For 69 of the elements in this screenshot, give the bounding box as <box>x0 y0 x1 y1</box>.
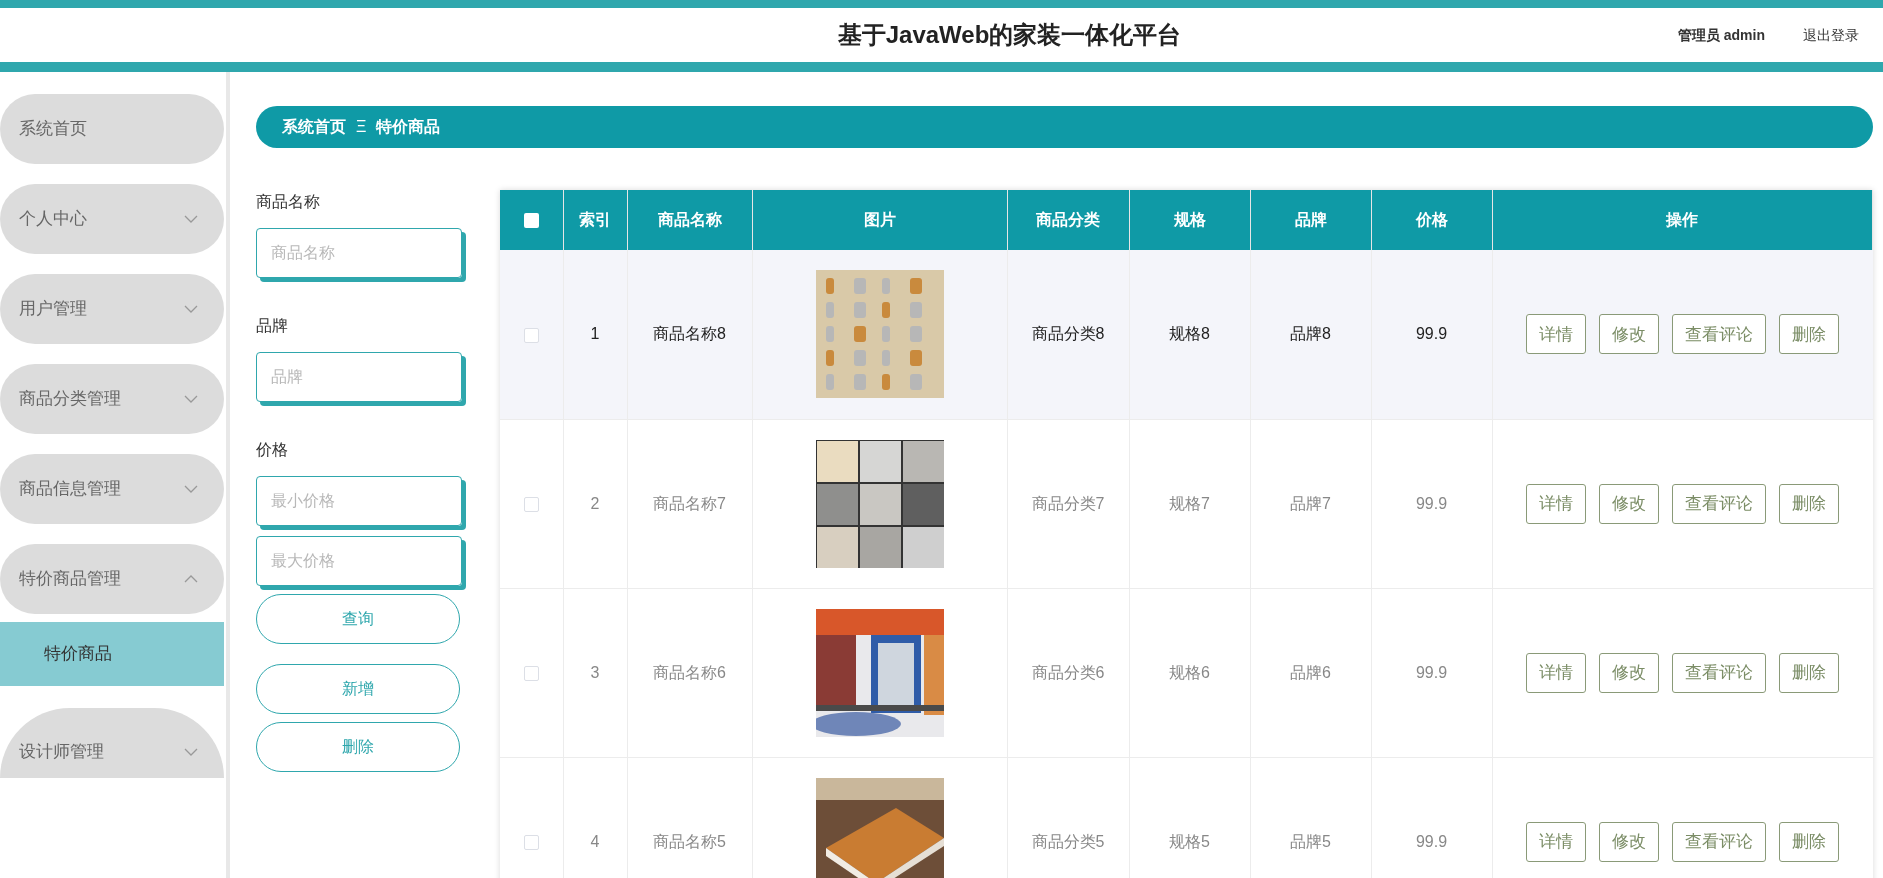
field-label: 品牌 <box>256 316 289 336</box>
logout-link[interactable]: 退出登录 <box>1803 24 1859 46</box>
table-cell: 商品名称7 <box>653 494 726 512</box>
action-button[interactable]: 删除 <box>1779 821 1839 862</box>
sidebar-item[interactable]: 设计师管理 <box>0 708 224 778</box>
table-cell: 商品分类5 <box>1031 832 1105 850</box>
table-cell: 规格6 <box>1169 663 1210 681</box>
row-checkbox[interactable] <box>523 496 539 512</box>
table-cell: 品牌6 <box>1290 663 1331 681</box>
table-cell: 商品名称8 <box>653 325 726 343</box>
table-cell: 规格7 <box>1169 494 1210 512</box>
page-title: 基于JavaWeb的家装一体化平台 <box>836 20 1182 50</box>
table-cell: 商品分类7 <box>1031 494 1105 512</box>
table-cell: 99.9 <box>1415 325 1448 343</box>
action-button[interactable]: 详情 <box>1526 483 1586 524</box>
sidebar-item[interactable]: 系统首页 <box>0 94 224 164</box>
breadcrumb-item[interactable]: 系统首页 <box>282 115 346 139</box>
sidebar-item[interactable]: 用户管理 <box>0 274 224 344</box>
table-cell: 1 <box>590 325 600 343</box>
table-row[interactable]: 4 商品名称5 商品分类5 规格5 品牌5 99.9 详情 修改 查看评论 删除 <box>500 757 1873 878</box>
table-cell: 4 <box>590 832 600 850</box>
table-cell: 商品名称5 <box>653 832 726 850</box>
sidebar-item[interactable]: 个人中心 <box>0 184 224 254</box>
action-button[interactable]: 修改 <box>1599 821 1659 862</box>
table-row[interactable]: 2 商品名称7 商品分类7 规格7 品牌7 99.9 详情 修改 查看评论 删除 <box>500 419 1873 588</box>
row-checkbox[interactable] <box>523 327 539 343</box>
filter-button[interactable]: 删除 <box>256 722 460 772</box>
action-button[interactable]: 详情 <box>1526 314 1586 355</box>
table-row[interactable]: 3 商品名称6 商品分类6 规格6 品牌6 99.9 详情 修改 查看评论 删除 <box>500 588 1873 757</box>
field-label: 商品名称 <box>256 192 321 212</box>
table-cell: 2 <box>590 494 600 512</box>
action-button[interactable]: 修改 <box>1599 314 1659 355</box>
table-cell: 商品分类6 <box>1031 663 1105 681</box>
action-button[interactable]: 查看评论 <box>1672 483 1766 524</box>
table-cell: 99.9 <box>1415 663 1448 681</box>
table-cell: 品牌5 <box>1290 832 1331 850</box>
table-cell: 规格8 <box>1169 325 1210 343</box>
action-button[interactable]: 查看评论 <box>1672 821 1766 862</box>
sidebar-item[interactable]: 特价商品管理 <box>0 544 224 614</box>
table-cell: 商品名称6 <box>653 663 726 681</box>
action-button[interactable]: 修改 <box>1599 652 1659 693</box>
action-button[interactable]: 查看评论 <box>1672 314 1766 355</box>
row-checkbox[interactable] <box>523 665 539 681</box>
table-row[interactable]: 1 商品名称8 商品分类8 规格8 品牌8 99.9 详情 修改 查看评论 删除 <box>500 250 1873 419</box>
table-cell: 99.9 <box>1415 494 1448 512</box>
table-cell: 规格5 <box>1169 832 1210 850</box>
action-button[interactable]: 详情 <box>1526 652 1586 693</box>
table-cell: 品牌8 <box>1290 325 1331 343</box>
action-button[interactable]: 详情 <box>1526 821 1586 862</box>
row-checkbox[interactable] <box>523 834 539 850</box>
table-cell: 3 <box>590 663 600 681</box>
action-button[interactable]: 查看评论 <box>1672 652 1766 693</box>
table-cell: 品牌7 <box>1290 494 1331 512</box>
filter-button[interactable]: 查询 <box>256 594 460 644</box>
field-label: 价格 <box>256 440 289 460</box>
filter-button[interactable]: 新增 <box>256 664 460 714</box>
table-cell: 99.9 <box>1415 832 1448 850</box>
action-button[interactable]: 删除 <box>1779 314 1839 355</box>
action-button[interactable]: 修改 <box>1599 483 1659 524</box>
sidebar-item[interactable]: 商品信息管理 <box>0 454 224 524</box>
breadcrumb-separator: Ξ <box>356 117 367 137</box>
table-cell: 商品分类8 <box>1031 325 1105 343</box>
action-button[interactable]: 删除 <box>1779 483 1839 524</box>
select-all-checkbox[interactable] <box>523 213 539 229</box>
sidebar-subitem[interactable]: 特价商品 <box>0 622 224 686</box>
sidebar-item[interactable]: 商品分类管理 <box>0 364 224 434</box>
action-button[interactable]: 删除 <box>1779 652 1839 693</box>
breadcrumb-item[interactable]: 特价商品 <box>376 115 441 139</box>
admin-user-label: 管理员 admin <box>1677 25 1765 45</box>
